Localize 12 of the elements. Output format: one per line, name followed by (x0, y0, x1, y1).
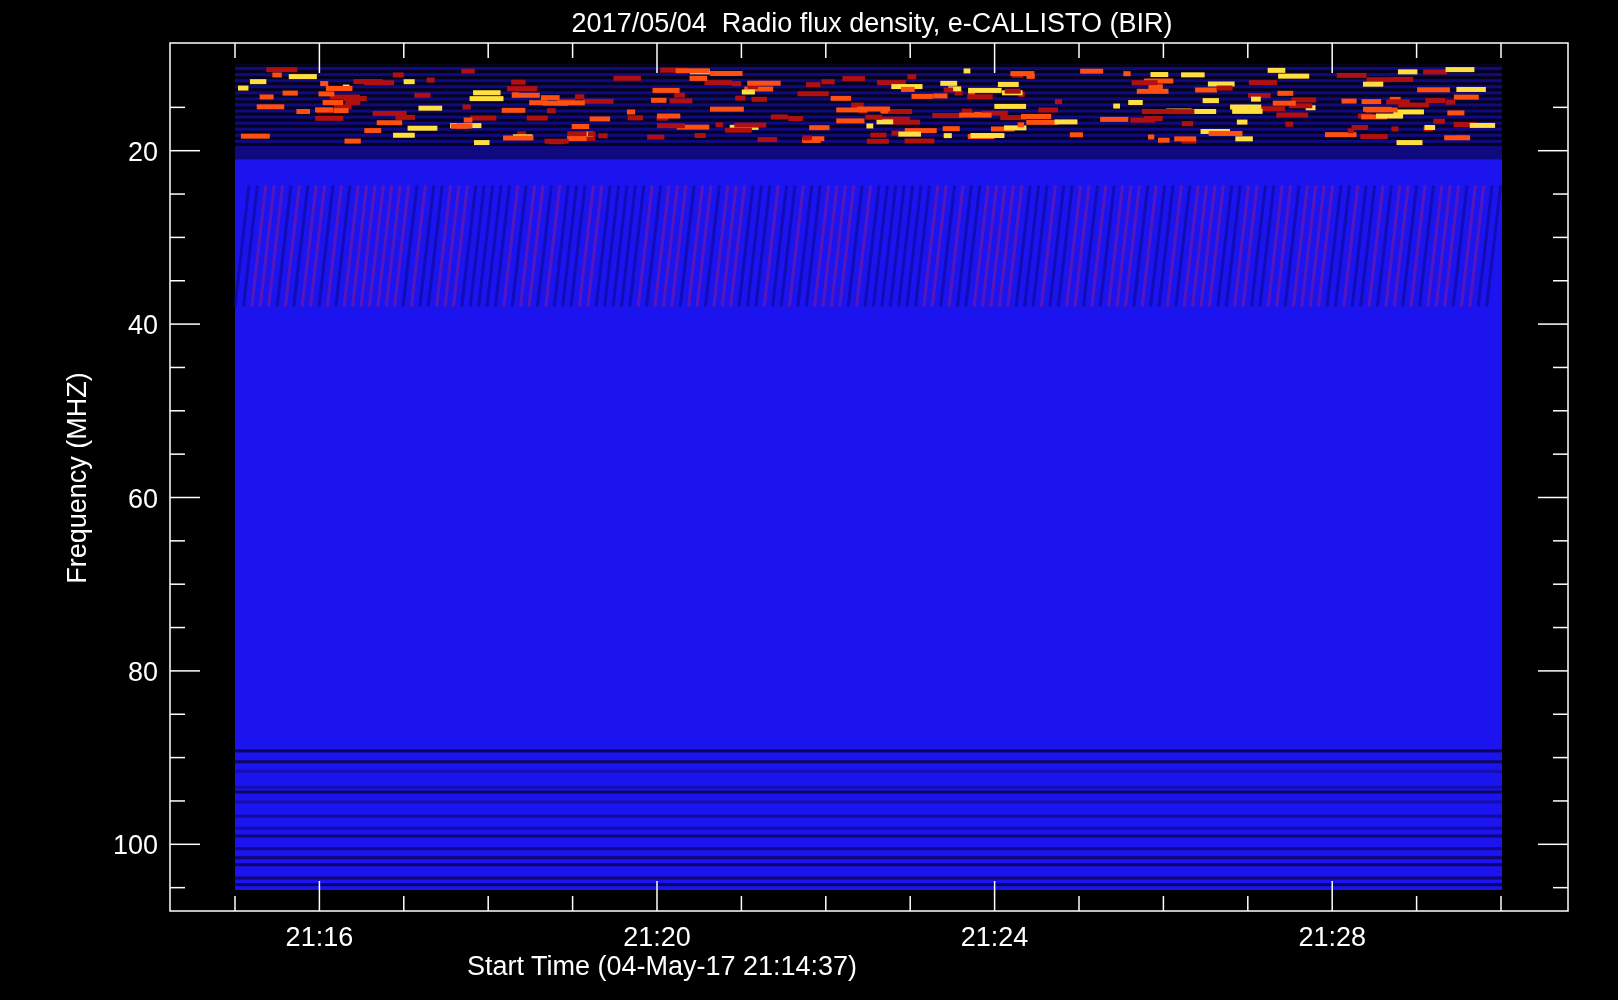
y-tick-label: 20 (127, 136, 158, 167)
x-tick-label: 21:24 (960, 922, 1029, 952)
x-tick-label: 21:16 (285, 922, 354, 952)
y-tick-label: 80 (127, 656, 158, 687)
y-axis-label: Frequency (MHZ) (62, 372, 92, 584)
x-tick-label: 21:20 (623, 922, 691, 952)
y-tick-label: 100 (112, 830, 158, 861)
chart-title: 2017/05/04 Radio flux density, e-CALLISTO (BIR) (571, 8, 1173, 38)
x-axis-label: Start Time (04-May-17 21:14:37) (466, 951, 858, 981)
y-tick-label: 40 (127, 310, 158, 341)
x-tick-label: 21:28 (1298, 922, 1366, 952)
y-tick-label: 60 (127, 483, 158, 514)
